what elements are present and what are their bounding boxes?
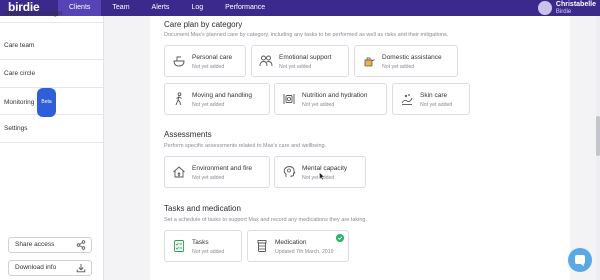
card-title: Medication: [275, 239, 307, 246]
people-icon: [259, 55, 273, 67]
card-environment-and-fire[interactable]: Environment and fire Not yet added: [164, 156, 270, 188]
nav-log[interactable]: Log: [180, 0, 214, 16]
download-icon: [76, 264, 86, 273]
card-status: Not yet added: [279, 64, 312, 70]
download-info-button[interactable]: Download info: [8, 260, 92, 276]
checklist-icon: [174, 240, 184, 252]
download-info-label: Download info: [15, 264, 57, 271]
card-tasks[interactable]: Tasks Not yet added: [164, 230, 242, 262]
nav-alerts[interactable]: Alerts: [141, 0, 181, 16]
mouse-cursor-icon: [319, 172, 325, 180]
nav-team[interactable]: Team: [101, 0, 140, 16]
card-title: Nutrition and hydration: [302, 92, 368, 99]
card-title: Environment and fire: [192, 165, 252, 172]
user-name: Christabelle: [555, 0, 596, 8]
card-domestic-assistance[interactable]: Domestic assistance Not yet added: [354, 45, 458, 77]
card-title: Domestic assistance: [382, 54, 442, 61]
card-medication[interactable]: Medication Updated 7th March, 2019: [247, 230, 349, 262]
sidebar-item-settings[interactable]: Settings: [0, 115, 103, 143]
user-organisation: Birdie: [555, 8, 572, 15]
kettle-icon: [364, 57, 375, 67]
sidebar-item-care-circle[interactable]: Care circle: [0, 60, 103, 88]
card-status: Not yet added: [192, 64, 225, 70]
card-personal-care[interactable]: Personal care Not yet added: [164, 45, 246, 77]
head-icon: [283, 166, 296, 177]
card-title: Mental capacity: [302, 165, 348, 172]
tasks-description: Set a schedule of tasks to support Max a…: [164, 217, 368, 223]
card-status: Not yet added: [420, 102, 453, 108]
card-emotional-support[interactable]: Emotional support Not yet added: [251, 45, 349, 77]
nav-performance[interactable]: Performance: [214, 0, 276, 16]
tasks-title: Tasks and medication: [164, 204, 241, 213]
card-status: Not yet added: [302, 102, 335, 108]
pill-bottle-icon: [257, 240, 267, 252]
share-access-button[interactable]: Share access: [8, 237, 92, 253]
beta-badge: Beta: [37, 88, 56, 117]
page-scrollbar[interactable]: [596, 16, 600, 280]
check-circle-icon: [336, 234, 344, 242]
card-status: Updated 7th March, 2019: [275, 249, 334, 255]
basin-icon: [173, 56, 185, 67]
card-nutrition-and-hydration[interactable]: Nutrition and hydration Not yet added: [274, 83, 387, 115]
care-plan-title: Care plan by category: [164, 20, 243, 29]
share-access-label: Share access: [15, 241, 55, 248]
card-status: Not yet added: [382, 64, 415, 70]
avatar[interactable]: [537, 1, 552, 15]
scrollbar-thumb[interactable]: [596, 116, 600, 156]
card-status: Not yet added: [192, 175, 225, 181]
card-moving-and-handling[interactable]: Moving and handling Not yet added: [164, 83, 270, 115]
house-fire-icon: [173, 166, 185, 178]
care-plan-description: Document Max's planned care by category,…: [164, 32, 449, 38]
assessments-title: Assessments: [164, 130, 212, 139]
sidebar: Medication manager Care team Care circle…: [0, 10, 104, 280]
card-status: Not yet added: [192, 102, 225, 108]
assessments-description: Perform specific assessments related to …: [164, 143, 327, 149]
card-title: Tasks: [192, 239, 209, 246]
care-plan-panel: Care plan by category Document Max's pla…: [150, 16, 570, 280]
share-icon: [76, 240, 86, 250]
sidebar-item-care-team[interactable]: Care team: [0, 32, 103, 60]
user-menu[interactable]: Christabelle Birdie: [537, 0, 596, 16]
card-status: Not yet added: [192, 249, 225, 255]
card-title: Personal care: [192, 54, 233, 61]
card-title: Moving and handling: [192, 92, 252, 99]
walking-icon: [175, 92, 182, 106]
sidebar-item-monitoring[interactable]: Monitoring Beta: [0, 88, 103, 117]
chat-icon: [575, 255, 585, 267]
card-title: Skin care: [420, 92, 448, 99]
chat-launcher-button[interactable]: [568, 248, 592, 272]
skin-icon: [401, 94, 413, 105]
card-skin-care[interactable]: Skin care Not yet added: [392, 83, 470, 115]
sidebar-item-label: Monitoring: [4, 99, 35, 106]
sidebar-item-medication-manager[interactable]: Medication manager: [0, 10, 103, 23]
cutlery-icon: [283, 94, 295, 104]
card-title: Emotional support: [279, 54, 332, 61]
